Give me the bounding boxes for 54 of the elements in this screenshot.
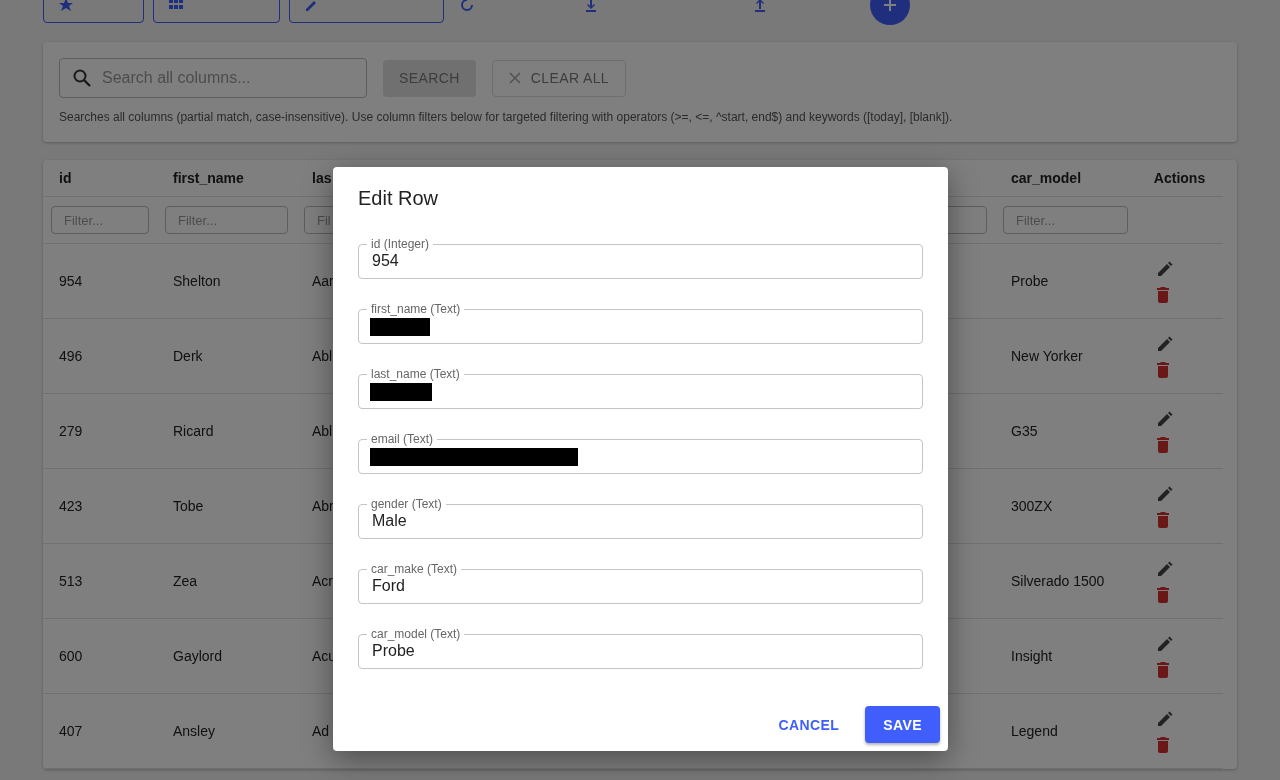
table-cell: Derk xyxy=(173,348,203,364)
input-field[interactable]: gender (Text) Male xyxy=(358,498,923,539)
table-cell: Probe xyxy=(1011,273,1049,289)
table-cell: Zea xyxy=(173,573,198,589)
column-header[interactable]: id xyxy=(59,170,72,186)
table-cell: 423 xyxy=(59,498,83,514)
table-cell: 600 xyxy=(59,648,83,664)
column-header[interactable]: Actions xyxy=(1153,170,1206,186)
input-field[interactable]: id (Integer) 954 xyxy=(358,238,923,279)
save-button[interactable]: SAVE xyxy=(865,706,940,743)
text-input[interactable]: Male xyxy=(372,512,909,530)
column-header[interactable]: first_name xyxy=(173,170,244,186)
table-cell: Abl xyxy=(312,423,333,439)
table-cell: Tobe xyxy=(173,498,204,514)
input-field[interactable]: car_model (Text) Probe xyxy=(358,628,923,669)
field-label: car_make (Text) xyxy=(370,563,459,575)
text-input[interactable]: 954 xyxy=(372,252,909,270)
table-cell: 279 xyxy=(59,423,83,439)
table-cell: Ricard xyxy=(173,423,214,439)
field-label: id (Integer) xyxy=(370,238,431,250)
table-cell: 407 xyxy=(59,723,83,739)
input-field[interactable]: email (Text) xyxy=(358,433,923,474)
table-cell: G35 xyxy=(1011,423,1038,439)
column-header[interactable]: las xyxy=(312,170,332,186)
table-cell: Silverado 1500 xyxy=(1011,573,1105,589)
table-cell: Ansley xyxy=(173,723,216,739)
table-cell: 954 xyxy=(59,273,83,289)
table-cell: Shelton xyxy=(173,273,221,289)
table-cell: 513 xyxy=(59,573,83,589)
dialog-title: Edit Row xyxy=(358,187,440,210)
column-header[interactable]: car_model xyxy=(1011,170,1082,186)
table-cell: 300ZX xyxy=(1011,498,1053,514)
table-cell: Acr xyxy=(312,573,333,589)
field-label: gender (Text) xyxy=(370,498,443,510)
table-cell: Ad xyxy=(312,723,330,739)
table-cell: Gaylord xyxy=(173,648,223,664)
field-label: last_name (Text) xyxy=(370,368,461,380)
search-hint: Searches all columns (partial match, case-insensitive). Use column filters below for targeted filtering with operators (>=, <=, ^start, end$) and keywords ([today], [blank]). xyxy=(59,110,954,124)
input-field[interactable]: car_make (Text) Ford xyxy=(358,563,923,604)
text-input[interactable]: Probe xyxy=(372,642,909,660)
table-cell: Abr xyxy=(312,498,334,514)
table-cell: Insight xyxy=(1011,648,1053,664)
field-label: first_name (Text) xyxy=(370,303,462,315)
table-cell: Legend xyxy=(1011,723,1058,739)
input-field[interactable]: first_name (Text) xyxy=(358,303,923,344)
table-cell: Aar xyxy=(312,273,334,289)
cancel-button[interactable]: CANCEL xyxy=(768,706,850,743)
table-cell: Abl xyxy=(312,348,333,364)
field-label: email (Text) xyxy=(370,433,434,445)
field-label: car_model (Text) xyxy=(370,628,462,640)
table-cell: New Yorker xyxy=(1011,348,1083,364)
input-field[interactable]: last_name (Text) xyxy=(358,368,923,409)
table-cell: 496 xyxy=(59,348,83,364)
text-input[interactable]: Ford xyxy=(372,577,909,595)
